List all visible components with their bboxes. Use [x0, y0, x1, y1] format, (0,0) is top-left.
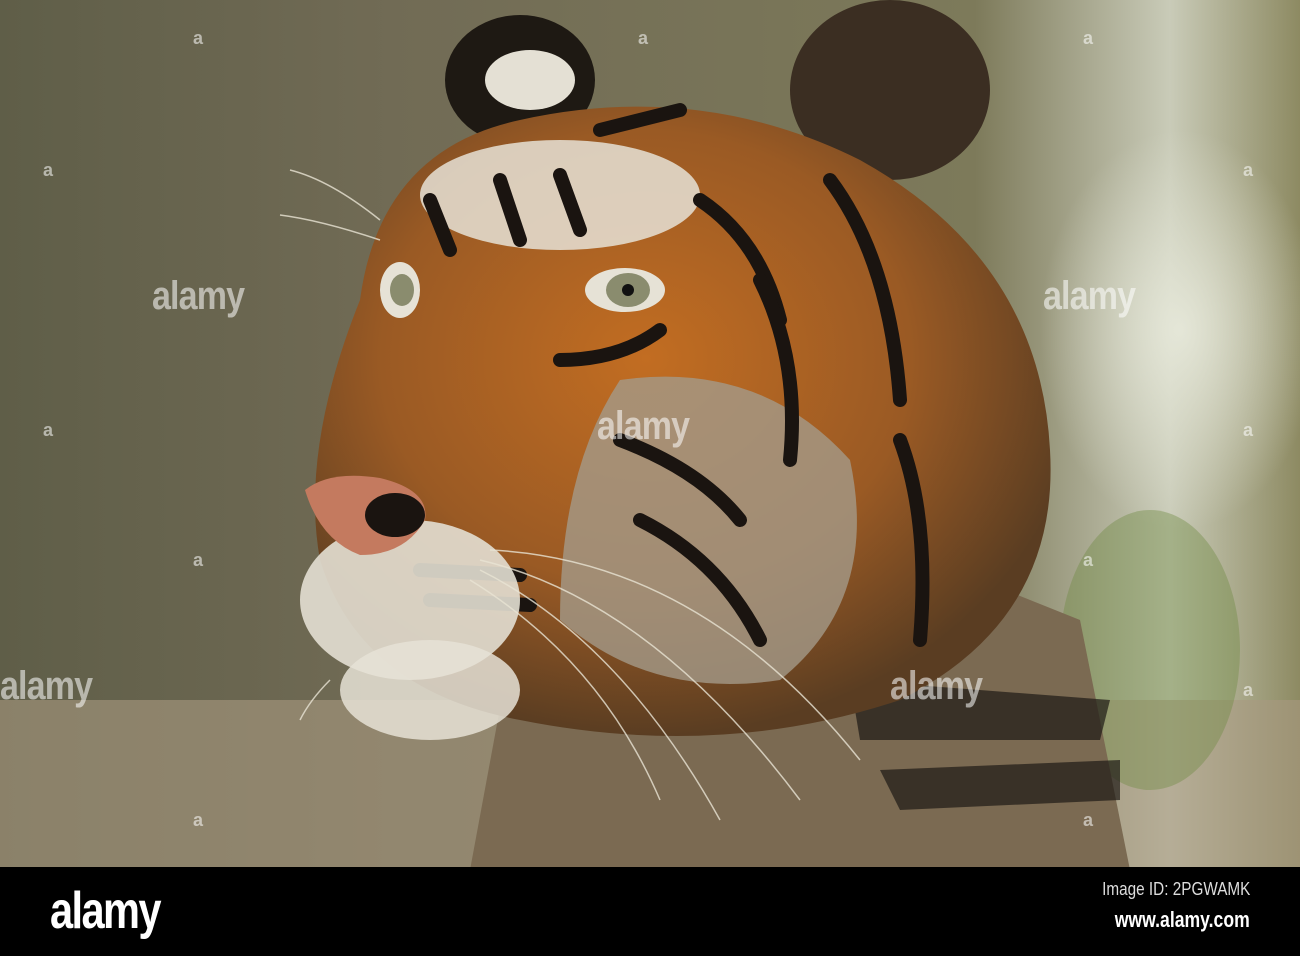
watermark-dot: a	[1083, 550, 1094, 570]
watermark-dot: a	[193, 28, 204, 48]
watermark-dot: a	[193, 550, 204, 570]
watermark: alamy	[0, 664, 93, 708]
watermark: alamy	[597, 404, 690, 448]
watermark-dot: a	[1083, 810, 1094, 830]
watermark-dot: a	[1243, 680, 1254, 700]
footer-bar: alamy Image ID: 2PGWAMK www.alamy.com	[0, 867, 1300, 956]
watermark-dot: a	[43, 420, 54, 440]
image-id: Image ID: 2PGWAMK	[1101, 879, 1250, 899]
watermark: alamy	[890, 664, 983, 708]
alamy-logo: alamy	[50, 882, 162, 940]
watermark-dot: a	[1243, 420, 1254, 440]
watermark-dot: a	[43, 160, 54, 180]
watermark-dot: a	[1243, 160, 1254, 180]
watermark: alamy	[1043, 274, 1136, 318]
watermark: alamy	[152, 274, 245, 318]
watermark-dot: a	[638, 28, 649, 48]
watermark-dot: a	[1083, 28, 1094, 48]
watermark-dot: a	[193, 810, 204, 830]
website-link: www.alamy.com	[1115, 907, 1250, 932]
